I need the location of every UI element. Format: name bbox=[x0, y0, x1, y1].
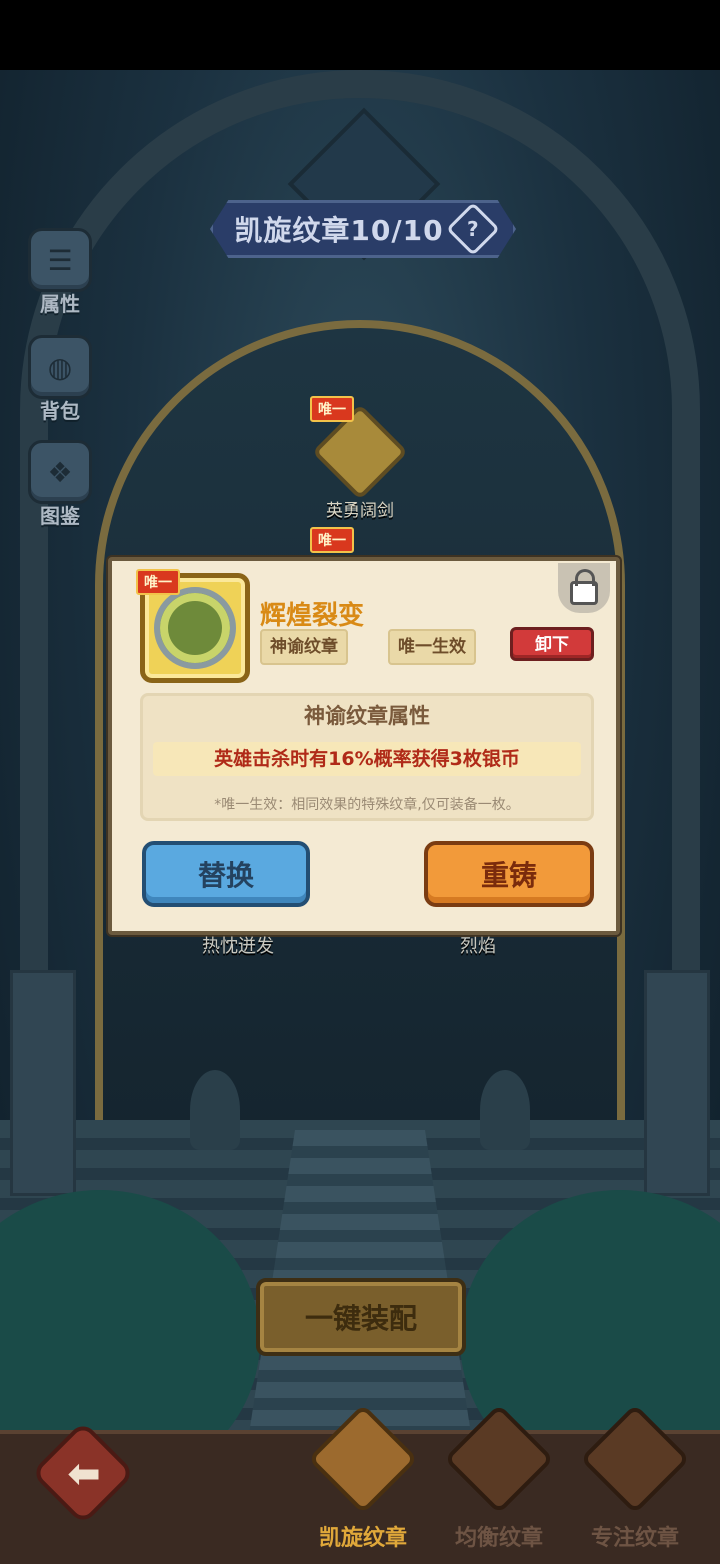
help-icon[interactable]: ? bbox=[445, 202, 500, 256]
attribute-panel: 神谕纹章属性 英雄击杀时有16%概率获得3枚银币 *唯一生效：相同效果的特殊纹章… bbox=[140, 693, 594, 821]
tab-balance-badge[interactable]: 均衡纹章 bbox=[434, 1403, 564, 1552]
badge-type-chip: 神谕纹章 bbox=[260, 629, 348, 665]
page-title: 凯旋纹章10/10 bbox=[234, 214, 444, 247]
equip-all-button[interactable]: 一键装配 bbox=[256, 1278, 466, 1356]
pillar-right bbox=[644, 970, 710, 1196]
badge-slot-name: 烈焰 bbox=[460, 936, 496, 957]
sidebar-item-label: 图鉴 bbox=[40, 504, 80, 528]
badge-effect-chip: 唯一生效 bbox=[388, 629, 476, 665]
unique-tag: 唯一 bbox=[136, 569, 180, 595]
wing-statue-right bbox=[480, 1070, 530, 1150]
status-bar bbox=[0, 0, 720, 70]
tab-label: 凯旋纹章 bbox=[318, 1526, 407, 1551]
unique-tag: 唯一 bbox=[310, 396, 354, 422]
focus-emblem-icon bbox=[579, 1403, 691, 1515]
tab-label: 均衡纹章 bbox=[454, 1526, 543, 1551]
unique-tag: 唯一 bbox=[310, 527, 354, 553]
sidebar-item-label: 属性 bbox=[40, 292, 80, 316]
header-banner: 凯旋纹章10/10 ? bbox=[210, 200, 516, 258]
sidebar-item-label: 背包 bbox=[40, 399, 80, 423]
unequip-button[interactable]: 卸下 bbox=[510, 627, 594, 661]
attribute-effect: 英雄击杀时有16%概率获得3枚银币 bbox=[153, 742, 581, 776]
back-arrow-icon: ⬅ bbox=[67, 1451, 101, 1497]
gem-icon bbox=[154, 587, 236, 669]
tab-focus-badge[interactable]: 专注纹章 bbox=[570, 1403, 700, 1552]
bag-icon: ◍ bbox=[28, 335, 92, 399]
triumph-emblem-icon bbox=[307, 1403, 419, 1515]
badge-slot-name: 热忱迸发 bbox=[202, 936, 274, 957]
badge-slot-top[interactable]: 英勇阔剑 bbox=[311, 403, 409, 521]
attribute-title: 神谕纹章属性 bbox=[304, 704, 430, 728]
tab-label: 专注纹章 bbox=[590, 1526, 679, 1551]
badge-name: 辉煌裂变 bbox=[260, 601, 365, 631]
reforge-button[interactable]: 重铸 bbox=[424, 841, 594, 907]
unlock-icon[interactable] bbox=[558, 563, 610, 613]
badge-slot-name: 英勇阔剑 bbox=[326, 501, 394, 521]
wing-statue-left bbox=[190, 1070, 240, 1150]
tab-triumph-badge[interactable]: 凯旋纹章 bbox=[298, 1403, 428, 1552]
badge-detail-dialog: 唯一 辉煌裂变 神谕纹章 唯一生效 卸下 神谕纹章属性 英雄击杀时有16%概率获… bbox=[108, 557, 620, 935]
replace-button[interactable]: 替换 bbox=[142, 841, 310, 907]
sidebar-item-codex[interactable]: ❖ 图鉴 bbox=[28, 440, 92, 529]
sidebar-item-attributes[interactable]: ☰ 属性 bbox=[28, 228, 92, 317]
pillar-left bbox=[10, 970, 76, 1196]
attribute-note: *唯一生效：相同效果的特殊纹章,仅可装备一枚。 bbox=[214, 797, 520, 813]
book-icon: ❖ bbox=[28, 440, 92, 504]
balance-emblem-icon bbox=[443, 1403, 555, 1515]
sidebar-item-bag[interactable]: ◍ 背包 bbox=[28, 335, 92, 424]
list-icon: ☰ bbox=[28, 228, 92, 292]
